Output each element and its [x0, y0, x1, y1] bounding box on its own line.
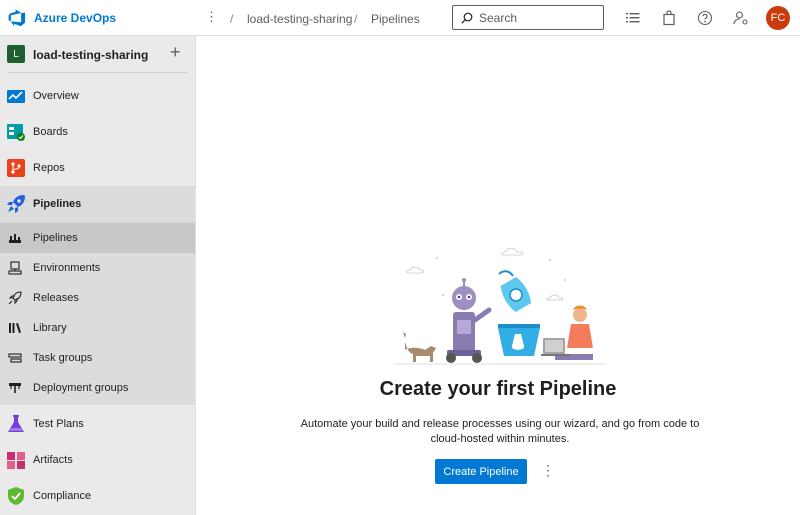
search-input[interactable] — [479, 10, 589, 25]
brand-title[interactable]: Azure DevOps — [34, 11, 116, 25]
sidebar-item-artifacts[interactable]: Artifacts — [0, 442, 195, 478]
breadcrumb-pipelines[interactable]: Pipelines — [371, 12, 420, 26]
sidebar: L load-testing-sharing + Overview Boards… — [0, 36, 196, 515]
sidebar-subitem-releases[interactable]: Releases — [0, 283, 195, 313]
sidebar-item-repos[interactable]: Repos — [0, 150, 195, 186]
sidebar-subitem-deployment-groups[interactable]: Deployment groups — [0, 373, 195, 403]
breadcrumb-separator: / — [354, 12, 358, 26]
work-items-list-icon[interactable] — [625, 10, 641, 26]
sidebar-item-label: Artifacts — [33, 454, 73, 466]
pipelines-icon — [7, 195, 25, 213]
sidebar-subitem-label: Library — [33, 322, 67, 334]
sidebar-item-test-plans[interactable]: Test Plans — [0, 406, 195, 442]
deployment-groups-icon — [9, 383, 21, 393]
repos-icon — [7, 159, 25, 177]
environments-icon — [8, 261, 22, 275]
sidebar-subitem-task-groups[interactable]: Task groups — [0, 343, 195, 373]
empty-state-title: Create your first Pipeline — [379, 378, 617, 400]
sidebar-item-label: Boards — [33, 126, 68, 138]
create-pipeline-button[interactable]: Create Pipeline — [435, 459, 527, 484]
divider — [8, 72, 188, 73]
user-avatar[interactable]: FC — [766, 6, 790, 30]
sidebar-item-label: Compliance — [33, 490, 92, 502]
pipeline-illustration — [395, 247, 605, 365]
sidebar-item-label: Overview — [33, 90, 79, 102]
test-plans-icon — [8, 415, 24, 432]
shield-icon — [8, 487, 24, 505]
task-groups-icon — [8, 353, 22, 363]
sidebar-item-overview[interactable]: Overview — [0, 78, 195, 114]
more-actions-icon[interactable]: ⋮ — [205, 9, 218, 25]
overview-icon — [7, 90, 25, 103]
sidebar-subitem-environments[interactable]: Environments — [0, 253, 195, 283]
sidebar-item-boards[interactable]: Boards — [0, 114, 195, 150]
sidebar-subitem-label: Environments — [33, 262, 101, 274]
project-name[interactable]: load-testing-sharing — [33, 48, 148, 62]
sidebar-subitem-pipelines[interactable]: Pipelines — [0, 223, 195, 253]
search-box[interactable] — [452, 5, 604, 30]
project-avatar: L — [7, 45, 25, 63]
sidebar-item-label: Repos — [33, 162, 65, 174]
add-icon[interactable]: + — [170, 43, 181, 61]
library-icon — [9, 323, 21, 333]
sidebar-subitem-label: Task groups — [33, 352, 93, 364]
sidebar-item-label: Pipelines — [33, 198, 82, 210]
sidebar-item-compliance[interactable]: Compliance — [0, 478, 195, 514]
sidebar-item-label: Test Plans — [33, 418, 84, 430]
sidebar-subitem-library[interactable]: Library — [0, 313, 195, 343]
boards-icon — [7, 124, 25, 141]
user-settings-icon[interactable] — [733, 10, 749, 26]
pipelines-sub-icon — [9, 234, 21, 243]
sidebar-subitem-label: Deployment groups — [33, 382, 129, 394]
breadcrumb-separator: / — [230, 12, 234, 26]
azure-devops-logo-icon[interactable] — [8, 9, 26, 27]
sidebar-item-pipelines[interactable]: Pipelines — [0, 186, 195, 222]
top-bar: Azure DevOps ⋮ / load-testing-sharing / … — [0, 0, 800, 36]
more-options-icon[interactable]: ⋮ — [541, 461, 555, 479]
sidebar-subitem-label: Pipelines — [33, 232, 78, 244]
project-header[interactable]: L load-testing-sharing + — [0, 36, 195, 72]
artifacts-icon — [7, 452, 25, 469]
empty-state-description: Automate your build and release processe… — [300, 418, 700, 445]
rocket-icon — [8, 291, 22, 305]
sidebar-subitem-label: Releases — [33, 292, 79, 304]
search-icon — [461, 12, 473, 24]
help-icon[interactable] — [697, 10, 713, 26]
marketplace-bag-icon[interactable] — [661, 10, 677, 26]
breadcrumb-project[interactable]: load-testing-sharing — [247, 12, 352, 26]
